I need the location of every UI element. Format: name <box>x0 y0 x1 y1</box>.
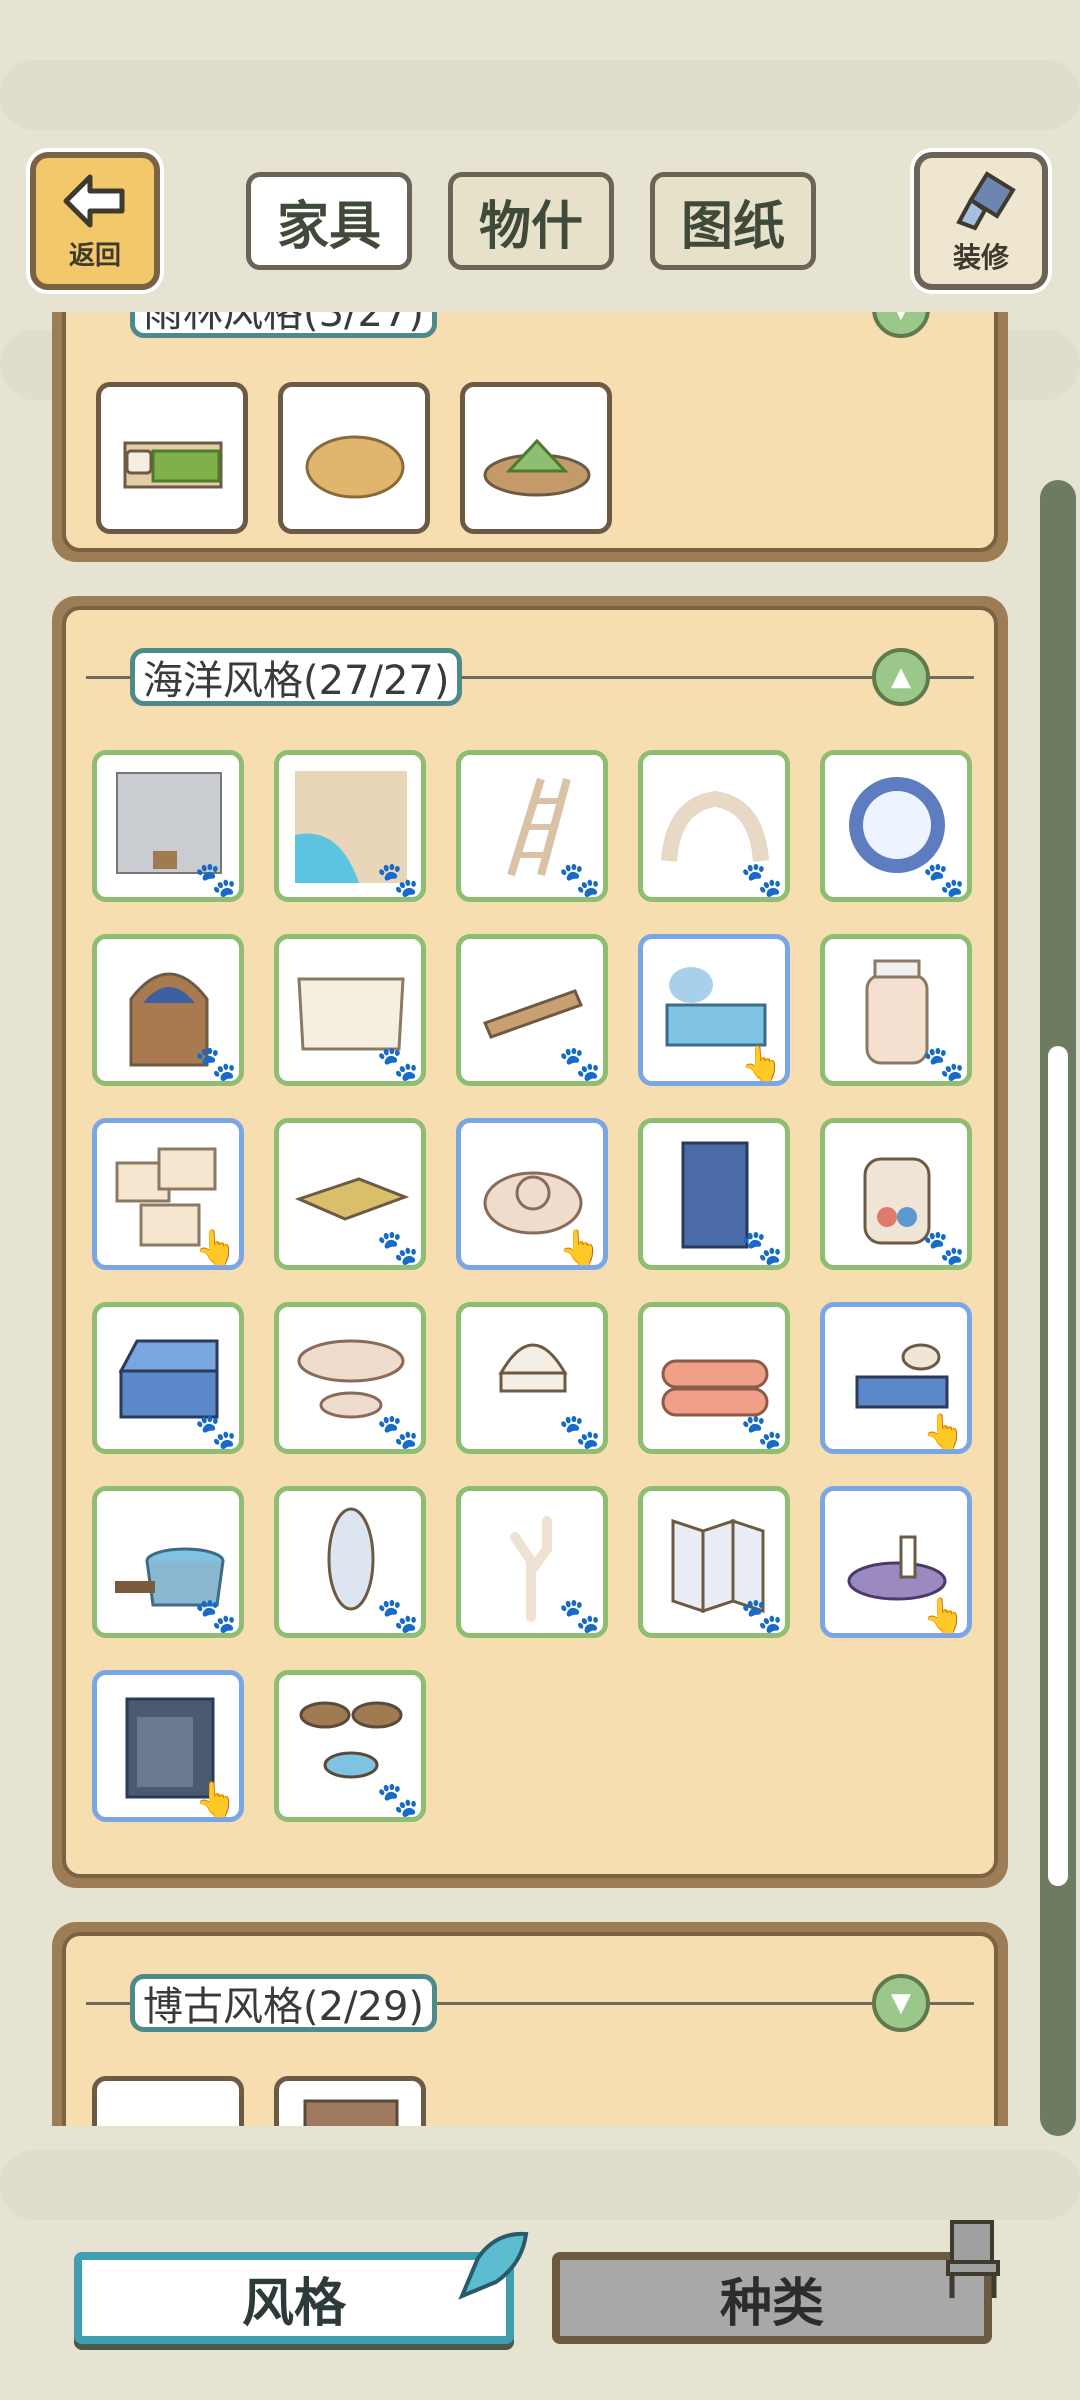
item-slot[interactable]: 🐾 <box>274 1670 426 1822</box>
tab-blueprints[interactable]: 图纸 <box>650 172 816 270</box>
paw-icon: 🐾 <box>194 1412 237 1452</box>
paw-icon: 🐾 <box>376 1412 419 1452</box>
tab-items[interactable]: 物什 <box>448 172 614 270</box>
expand-toggle-icon[interactable]: ▼ <box>872 312 930 338</box>
paw-icon: 🐾 <box>558 1044 601 1084</box>
paw-icon: 🐾 <box>194 1596 237 1636</box>
paw-icon: 🐾 <box>194 1044 237 1084</box>
item-slot[interactable]: 🐾 <box>638 1302 790 1454</box>
tap-hand-icon: 👆 <box>922 1596 965 1636</box>
paintbrush-icon <box>956 171 1016 231</box>
tap-hand-icon: 👆 <box>194 1780 237 1820</box>
antique-cabinet-icon <box>303 2099 399 2126</box>
item-slot[interactable] <box>460 382 612 534</box>
item-slot[interactable]: 🐾 <box>456 1486 608 1638</box>
scrollbar-thumb[interactable] <box>1048 1046 1068 1886</box>
back-label: 返回 <box>68 240 121 271</box>
item-slot[interactable]: 🐾 <box>274 1302 426 1454</box>
item-slot[interactable]: 🐾 <box>274 934 426 1086</box>
paw-icon: 🐾 <box>558 1412 601 1452</box>
item-slot[interactable]: 👆 <box>92 1670 244 1822</box>
tap-hand-icon: 👆 <box>740 1044 783 1084</box>
section-rainforest: 雨林风格(3/27) ▼ <box>52 312 1008 562</box>
item-slot[interactable]: 👆 <box>820 1302 972 1454</box>
item-slot[interactable]: 🐾 <box>92 1302 244 1454</box>
paw-icon: 🐾 <box>376 1780 419 1820</box>
item-slot[interactable]: 🐾 <box>92 934 244 1086</box>
item-slot[interactable]: 🐾 <box>638 750 790 902</box>
item-slot[interactable]: 🐾 <box>274 750 426 902</box>
tab-category[interactable]: 种类 <box>552 2252 992 2344</box>
paw-icon: 🐾 <box>740 1596 783 1636</box>
paw-icon: 🐾 <box>740 860 783 900</box>
item-slot[interactable]: 👆 <box>638 934 790 1086</box>
item-slot[interactable]: 🐾 <box>820 1118 972 1270</box>
item-slot[interactable]: 👆 <box>456 1118 608 1270</box>
collapse-toggle-icon[interactable]: ▲ <box>872 648 930 706</box>
section-antique: 博古风格(2/29) ▼ <box>52 1922 1008 2126</box>
section-title: 海洋风格(27/27) <box>130 648 463 706</box>
tab-style[interactable]: 风格 <box>74 2252 514 2344</box>
item-slot[interactable]: 🐾 <box>456 934 608 1086</box>
back-arrow-icon <box>63 174 125 227</box>
paw-icon: 🐾 <box>740 1412 783 1452</box>
decorate-label: 装修 <box>952 241 1009 274</box>
item-slot[interactable] <box>96 382 248 534</box>
leaf-parcel-icon <box>483 438 591 497</box>
paw-icon: 🐾 <box>740 1228 783 1268</box>
straw-cushion-icon <box>305 435 405 499</box>
paw-icon: 🐾 <box>922 1044 965 1084</box>
tap-hand-icon: 👆 <box>194 1228 237 1268</box>
paw-icon: 🐾 <box>558 1596 601 1636</box>
tab-category-label: 种类 <box>719 2273 824 2334</box>
expand-toggle-icon[interactable]: ▼ <box>872 1974 930 2032</box>
item-slot[interactable]: 🐾 <box>638 1486 790 1638</box>
tap-hand-icon: 👆 <box>922 1412 965 1452</box>
chair-icon <box>946 2220 1000 2298</box>
item-slot[interactable] <box>278 382 430 534</box>
bed-icon <box>123 441 223 489</box>
paw-icon: 🐾 <box>376 1044 419 1084</box>
paw-icon: 🐾 <box>376 1596 419 1636</box>
paw-icon: 🐾 <box>558 860 601 900</box>
decorate-button[interactable]: 装修 <box>914 152 1048 290</box>
back-button[interactable]: 返回 <box>30 152 160 290</box>
item-slot[interactable] <box>92 2076 244 2126</box>
furniture-list[interactable]: 雨林风格(3/27) ▼ <box>0 312 1080 2126</box>
item-slot[interactable]: 🐾 <box>274 1118 426 1270</box>
seashell-icon <box>458 2231 529 2300</box>
item-slot[interactable]: 🐾 <box>820 750 972 902</box>
paw-icon: 🐾 <box>376 860 419 900</box>
item-slot[interactable]: 🐾 <box>274 1486 426 1638</box>
item-slot[interactable]: 👆 <box>92 1118 244 1270</box>
paw-icon: 🐾 <box>922 860 965 900</box>
paw-icon: 🐾 <box>194 860 237 900</box>
paw-icon: 🐾 <box>922 1228 965 1268</box>
item-slot[interactable] <box>274 2076 426 2126</box>
item-slot[interactable]: 🐾 <box>92 1486 244 1638</box>
item-slot[interactable]: 🐾 <box>456 750 608 902</box>
item-slot[interactable]: 🐾 <box>456 1302 608 1454</box>
item-slot[interactable]: 🐾 <box>92 750 244 902</box>
item-slot[interactable]: 👆 <box>820 1486 972 1638</box>
section-title: 雨林风格(3/27) <box>130 312 438 338</box>
section-title: 博古风格(2/29) <box>130 1974 438 2032</box>
section-ocean: 海洋风格(27/27) ▲ 🐾 🐾 🐾 🐾 🐾 🐾 🐾 🐾 👆 🐾 👆 🐾 👆 … <box>52 596 1008 1888</box>
item-slot[interactable]: 🐾 <box>820 934 972 1086</box>
item-slot[interactable]: 🐾 <box>638 1118 790 1270</box>
tab-style-label: 风格 <box>241 2273 346 2334</box>
tab-furniture[interactable]: 家具 <box>246 172 412 270</box>
tap-hand-icon: 👆 <box>558 1228 601 1268</box>
paw-icon: 🐾 <box>376 1228 419 1268</box>
